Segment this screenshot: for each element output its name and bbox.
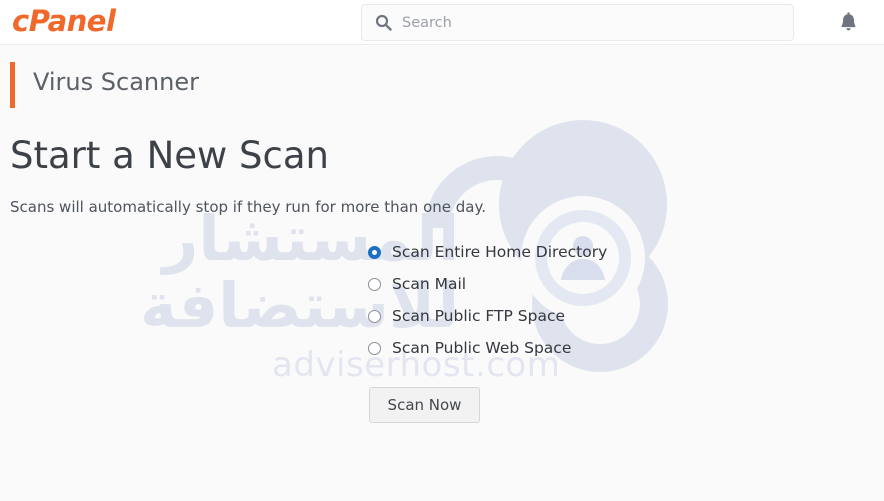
app-header: cPanel — [0, 0, 884, 45]
scan-options-group: Scan Entire Home Directory Scan Mail Sca… — [368, 236, 607, 364]
radio-option-label: Scan Entire Home Directory — [392, 243, 608, 261]
radio-option-label: Scan Mail — [392, 275, 467, 293]
radio-button-icon[interactable] — [368, 341, 381, 355]
radio-option-scan-public-ftp-space[interactable]: Scan Public FTP Space — [368, 300, 607, 332]
scan-now-button[interactable]: Scan Now — [369, 387, 480, 423]
section-heading: Start a New Scan — [10, 134, 329, 177]
search-input[interactable] — [402, 14, 772, 31]
radio-option-scan-mail[interactable]: Scan Mail — [368, 268, 607, 300]
radio-button-icon[interactable] — [368, 245, 381, 259]
page-title-row: Virus Scanner — [0, 62, 884, 108]
radio-option-scan-public-web-space[interactable]: Scan Public Web Space — [368, 332, 607, 364]
section-description: Scans will automatically stop if they ru… — [10, 198, 486, 216]
search-icon — [375, 14, 392, 31]
page-title: Virus Scanner — [33, 68, 199, 96]
bell-icon[interactable] — [834, 9, 862, 37]
cpanel-logo[interactable]: cPanel — [12, 4, 116, 38]
title-accent-bar — [10, 62, 15, 108]
radio-option-scan-entire-home-directory[interactable]: Scan Entire Home Directory — [368, 236, 607, 268]
search-box[interactable] — [361, 4, 794, 41]
radio-button-icon[interactable] — [368, 309, 381, 323]
radio-option-label: Scan Public Web Space — [392, 339, 572, 357]
radio-button-icon[interactable] — [368, 277, 381, 291]
radio-option-label: Scan Public FTP Space — [392, 307, 566, 325]
